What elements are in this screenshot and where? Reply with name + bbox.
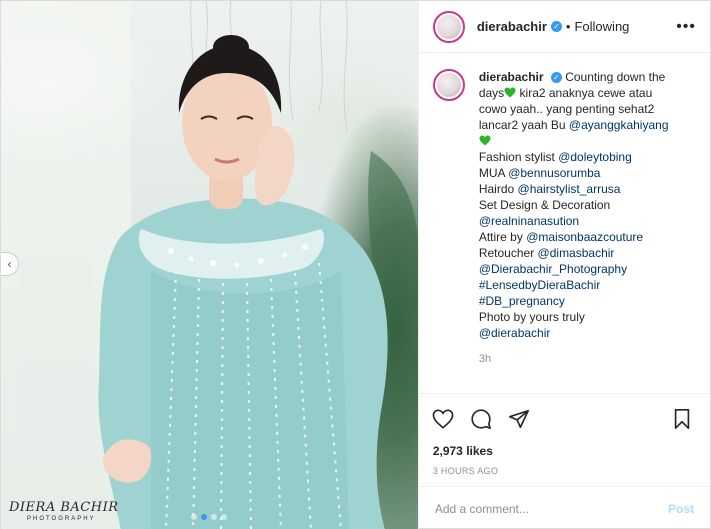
likes-count[interactable]: 2,973 likes	[433, 444, 698, 458]
caption-text: Attire by	[478, 230, 523, 244]
caption-avatar[interactable]	[432, 69, 465, 101]
mention-link[interactable]: @dierabachir	[479, 325, 701, 341]
caption-username[interactable]: dierabachir	[479, 70, 544, 84]
like-heart-icon[interactable]	[431, 407, 455, 431]
green-heart-icon	[479, 135, 491, 146]
post-caption: dierabachir ✓ Counting down the days kir…	[432, 69, 701, 367]
caption-text: MUA	[478, 166, 505, 180]
post-side-panel: dierabachir ✓ • Following ••• dierabachi…	[417, 1, 710, 529]
post-photo[interactable]: ‹ DIERA BACHIR PHOTOGRAPHY	[1, 1, 418, 529]
post-header: dierabachir ✓ • Following •••	[418, 1, 710, 53]
mention-link[interactable]: @maisonbaazcouture	[526, 230, 643, 244]
hashtag-link[interactable]: #DB_pregnancy	[479, 293, 701, 309]
caption-text: Set Design & Decoration	[478, 198, 611, 212]
comment-icon[interactable]	[469, 407, 493, 431]
caption-time[interactable]: 3h	[479, 351, 701, 367]
carousel-dots	[191, 514, 228, 520]
carousel-dot	[191, 514, 198, 520]
verified-badge-icon: ✓	[550, 21, 562, 32]
caption-text: Counting down the	[565, 70, 666, 84]
photo-watermark: DIERA BACHIR PHOTOGRAPHY	[9, 500, 119, 522]
caption-text: Photo by yours truly	[478, 310, 585, 324]
caption-text: lancar2 yaah Bu	[478, 118, 566, 132]
following-button[interactable]: Following	[574, 19, 629, 34]
watermark-main: DIERA BACHIR	[9, 500, 119, 515]
caption-text: kira2 anaknya cewe atau	[519, 86, 653, 100]
more-options-icon[interactable]: •••	[676, 18, 696, 36]
caption-text: Retoucher	[478, 246, 535, 260]
header-separator: •	[565, 19, 571, 34]
comment-input[interactable]	[434, 501, 668, 516]
verified-badge-icon: ✓	[550, 72, 562, 83]
instagram-post: ‹ DIERA BACHIR PHOTOGRAPHY dierabachir ✓…	[0, 0, 711, 529]
avatar[interactable]	[432, 10, 465, 43]
action-icons	[431, 406, 698, 432]
carousel-dot	[211, 514, 218, 520]
bookmark-icon[interactable]	[670, 407, 694, 431]
mention-link[interactable]: @realninanasution	[479, 213, 701, 229]
watermark-sub: PHOTOGRAPHY	[27, 516, 96, 522]
mention-link[interactable]: @hairstylist_arrusa	[518, 182, 621, 196]
mention-link[interactable]: @dimasbachir	[538, 246, 615, 260]
caption-text: Hairdo	[478, 182, 515, 196]
header-username[interactable]: dierabachir	[477, 19, 547, 34]
caption-text: Fashion stylist	[478, 150, 555, 164]
photo-illustration	[1, 1, 418, 529]
carousel-dot	[221, 514, 228, 520]
mention-link[interactable]: @bennusorumba	[508, 166, 600, 180]
carousel-dot-active	[201, 514, 208, 520]
share-icon[interactable]	[507, 407, 531, 431]
mention-link[interactable]: @Dierabachir_Photography	[479, 261, 701, 277]
comment-form: Post	[418, 486, 710, 529]
chevron-left-icon: ‹	[7, 257, 12, 271]
mention-link[interactable]: @ayanggkahiyang	[569, 118, 669, 132]
caption-body: dierabachir ✓ Counting down the days kir…	[479, 69, 701, 367]
post-timestamp[interactable]: 3 HOURS AGO	[433, 466, 698, 476]
mention-link[interactable]: @doleytobing	[558, 150, 632, 164]
green-heart-icon	[504, 87, 516, 98]
caption-text: days	[478, 86, 505, 100]
caption-text: cowo yaah.. yang penting sehat2	[478, 102, 655, 116]
post-comment-button[interactable]: Post	[668, 502, 694, 516]
hashtag-link[interactable]: #LensedbyDieraBachir	[479, 277, 701, 293]
post-actions: 2,973 likes 3 HOURS AGO	[418, 393, 710, 476]
